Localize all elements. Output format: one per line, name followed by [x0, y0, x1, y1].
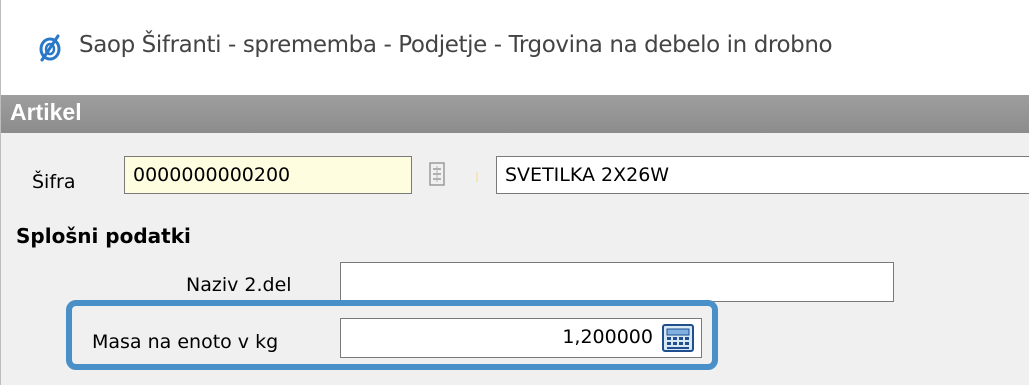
section-title: Artikel — [10, 99, 82, 125]
mass-field[interactable]: 1,200000 — [340, 318, 702, 358]
saop-logo-icon — [39, 34, 61, 62]
mass-label: Masa na enoto v kg — [92, 331, 279, 353]
code-field[interactable]: 0000000000200 — [124, 156, 412, 194]
name2-field[interactable] — [340, 262, 894, 302]
title-bar: Saop Šifranti - sprememba - Podjetje - T… — [1, 0, 1029, 95]
lookup-icon[interactable] — [428, 159, 448, 189]
dialog-window: Saop Šifranti - sprememba - Podjetje - T… — [0, 0, 1029, 385]
separator — [476, 172, 478, 182]
calculator-icon[interactable] — [660, 323, 696, 353]
name2-label: Naziv 2.del — [186, 274, 292, 296]
article-name-field[interactable]: SVETILKA 2X26W — [496, 156, 1029, 194]
code-label: Šifra — [32, 171, 76, 193]
window-title: Saop Šifranti - sprememba - Podjetje - T… — [79, 32, 833, 58]
group-title: Splošni podatki — [16, 224, 191, 248]
section-header: Artikel — [1, 95, 1029, 133]
